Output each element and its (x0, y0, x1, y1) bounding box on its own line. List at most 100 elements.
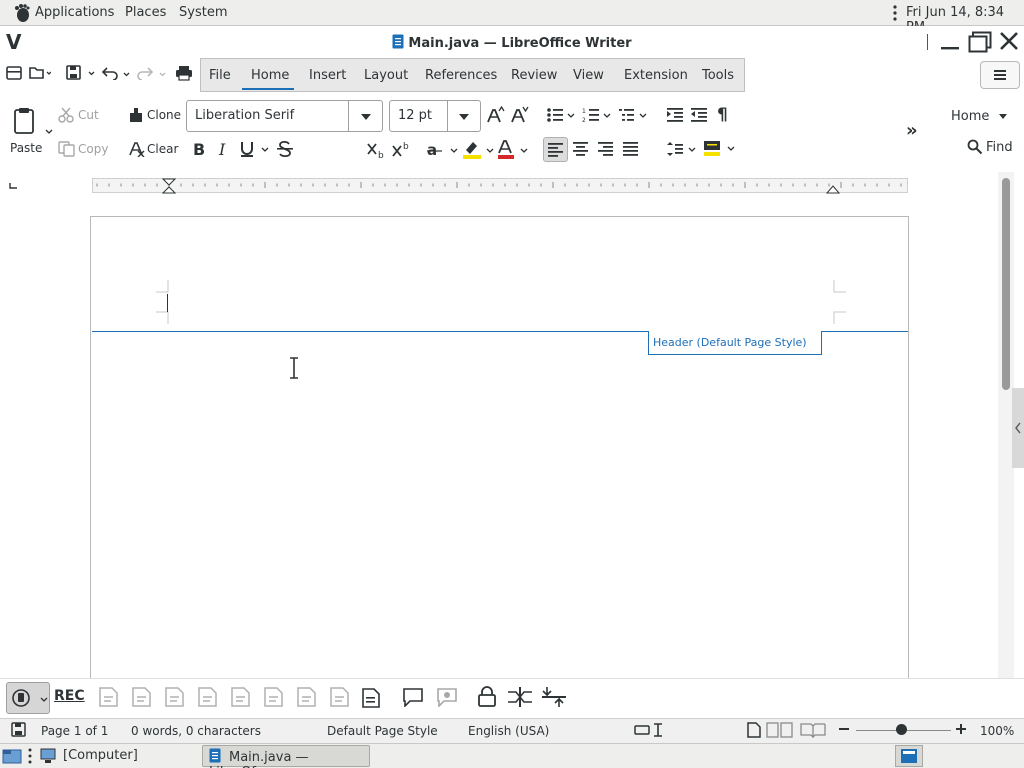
character-spacing-icon[interactable]: a (426, 140, 460, 160)
tab-file[interactable]: File (209, 68, 231, 83)
clear-label[interactable]: Clear (147, 142, 178, 156)
align-left-button[interactable] (543, 137, 568, 162)
comment-disabled-icon[interactable] (436, 687, 458, 707)
more-ribbon-button[interactable]: » (906, 120, 918, 141)
decrease-indent-icon[interactable] (690, 107, 708, 123)
language[interactable]: English (USA) (468, 724, 549, 738)
page-count[interactable]: Page 1 of 1 (41, 724, 108, 738)
vertical-scrollbar-thumb[interactable] (1002, 178, 1010, 390)
compare-documents-icon[interactable] (507, 686, 533, 708)
taskbar-handle-icon[interactable] (28, 748, 32, 764)
protect-changes-icon[interactable] (477, 686, 497, 708)
outline-list-icon[interactable] (618, 107, 650, 123)
header-tag[interactable]: Header (Default Page Style) (648, 331, 822, 355)
single-page-view-icon[interactable] (747, 722, 761, 738)
justify-icon[interactable] (622, 141, 639, 157)
reject-all-icon[interactable] (264, 687, 283, 707)
redo-icon[interactable] (136, 66, 170, 80)
zoom-level[interactable]: 100% (980, 724, 1014, 738)
font-size-combobox[interactable]: 12 pt (389, 100, 481, 132)
clone-label[interactable]: Clone (147, 108, 181, 122)
show-desktop-icon[interactable] (2, 747, 22, 765)
zoom-out-icon[interactable] (838, 723, 850, 735)
increase-indent-icon[interactable] (666, 107, 684, 123)
new-document-icon[interactable] (6, 66, 22, 80)
font-size-value[interactable]: 12 pt (398, 108, 432, 123)
panel-menu-icon[interactable] (893, 5, 897, 21)
open-folder-icon[interactable] (29, 66, 51, 80)
bold-icon[interactable]: B (193, 140, 205, 159)
align-center-icon[interactable] (572, 141, 589, 157)
find-label[interactable]: Find (986, 140, 1013, 155)
clear-formatting-icon[interactable] (128, 141, 146, 157)
clone-formatting-icon[interactable] (128, 107, 144, 123)
tab-review[interactable]: Review (511, 68, 557, 83)
formatting-marks-icon[interactable]: ¶ (717, 105, 728, 125)
taskbar-writer-window[interactable]: Main.java — LibreOf… (202, 745, 370, 768)
multi-page-view-icon[interactable] (766, 722, 796, 738)
right-indent-marker[interactable] (826, 184, 840, 194)
maximize-icon[interactable] (968, 31, 992, 53)
font-name-value[interactable]: Liberation Serif (195, 108, 294, 123)
tab-home[interactable]: Home (251, 68, 289, 83)
taskbar-computer[interactable]: [Computer] (63, 748, 138, 763)
next-change-icon[interactable] (132, 687, 151, 707)
paste-label[interactable]: Paste (10, 141, 42, 155)
left-indent-marker[interactable] (162, 178, 176, 194)
paragraph-background-icon[interactable] (703, 140, 737, 158)
tab-extension[interactable]: Extension (624, 68, 688, 83)
close-icon[interactable] (999, 31, 1019, 51)
accept-next-icon[interactable] (297, 687, 316, 707)
shrink-font-icon[interactable] (511, 106, 529, 124)
copy-label[interactable]: Copy (78, 142, 108, 156)
hamburger-menu-button[interactable] (980, 61, 1020, 89)
highlight-color-icon[interactable] (462, 139, 496, 161)
accept-change-icon[interactable] (165, 687, 184, 707)
tab-stop-selector-icon[interactable] (9, 182, 19, 190)
font-name-combobox[interactable]: Liberation Serif (186, 100, 383, 132)
gnome-foot-icon[interactable] (12, 3, 32, 23)
print-icon[interactable] (175, 65, 193, 81)
cut-label[interactable]: Cut (78, 108, 99, 122)
record-changes-button[interactable] (6, 682, 50, 714)
grow-font-icon[interactable] (487, 106, 505, 124)
line-spacing-icon[interactable] (667, 141, 699, 157)
minimize-icon[interactable] (940, 33, 960, 51)
search-icon[interactable] (967, 139, 983, 155)
italic-icon[interactable]: I (219, 140, 225, 159)
save-icon[interactable] (66, 65, 96, 81)
word-count[interactable]: 0 words, 0 characters (131, 724, 261, 738)
applications-menu[interactable]: Applications (35, 5, 114, 20)
document-page[interactable] (90, 216, 909, 686)
previous-change-icon[interactable] (99, 687, 118, 707)
tab-view[interactable]: View (573, 68, 604, 83)
sidebar-toggle-handle[interactable] (1012, 388, 1024, 468)
font-color-icon[interactable] (497, 139, 531, 161)
manage-changes-icon[interactable] (362, 688, 380, 708)
paste-icon[interactable] (13, 107, 53, 137)
book-view-icon[interactable] (800, 722, 828, 738)
document-modified-icon[interactable] (11, 722, 27, 738)
superscript-icon[interactable]: b (392, 141, 410, 159)
copy-icon[interactable] (58, 141, 76, 157)
underline-icon[interactable] (239, 139, 271, 159)
cut-icon[interactable] (58, 107, 74, 123)
tab-insert[interactable]: Insert (309, 68, 346, 83)
zoom-in-icon[interactable] (955, 723, 967, 735)
accept-all-icon[interactable] (231, 687, 250, 707)
chevron-down-icon[interactable] (360, 113, 372, 121)
merge-documents-icon[interactable] (541, 686, 567, 708)
computer-icon[interactable] (40, 748, 56, 764)
subscript-icon[interactable]: b (367, 141, 385, 159)
align-right-icon[interactable] (597, 141, 614, 157)
chevron-down-icon[interactable] (998, 113, 1008, 120)
tab-references[interactable]: References (425, 68, 497, 83)
insert-mode-icon[interactable] (634, 722, 666, 738)
tab-layout[interactable]: Layout (364, 68, 408, 83)
strikethrough-icon[interactable] (276, 140, 294, 158)
style-dropdown-value[interactable]: Home (951, 109, 989, 124)
bullet-list-icon[interactable] (546, 107, 578, 123)
system-menu[interactable]: System (179, 5, 227, 20)
reject-next-icon[interactable] (330, 687, 349, 707)
reject-change-icon[interactable] (198, 687, 217, 707)
